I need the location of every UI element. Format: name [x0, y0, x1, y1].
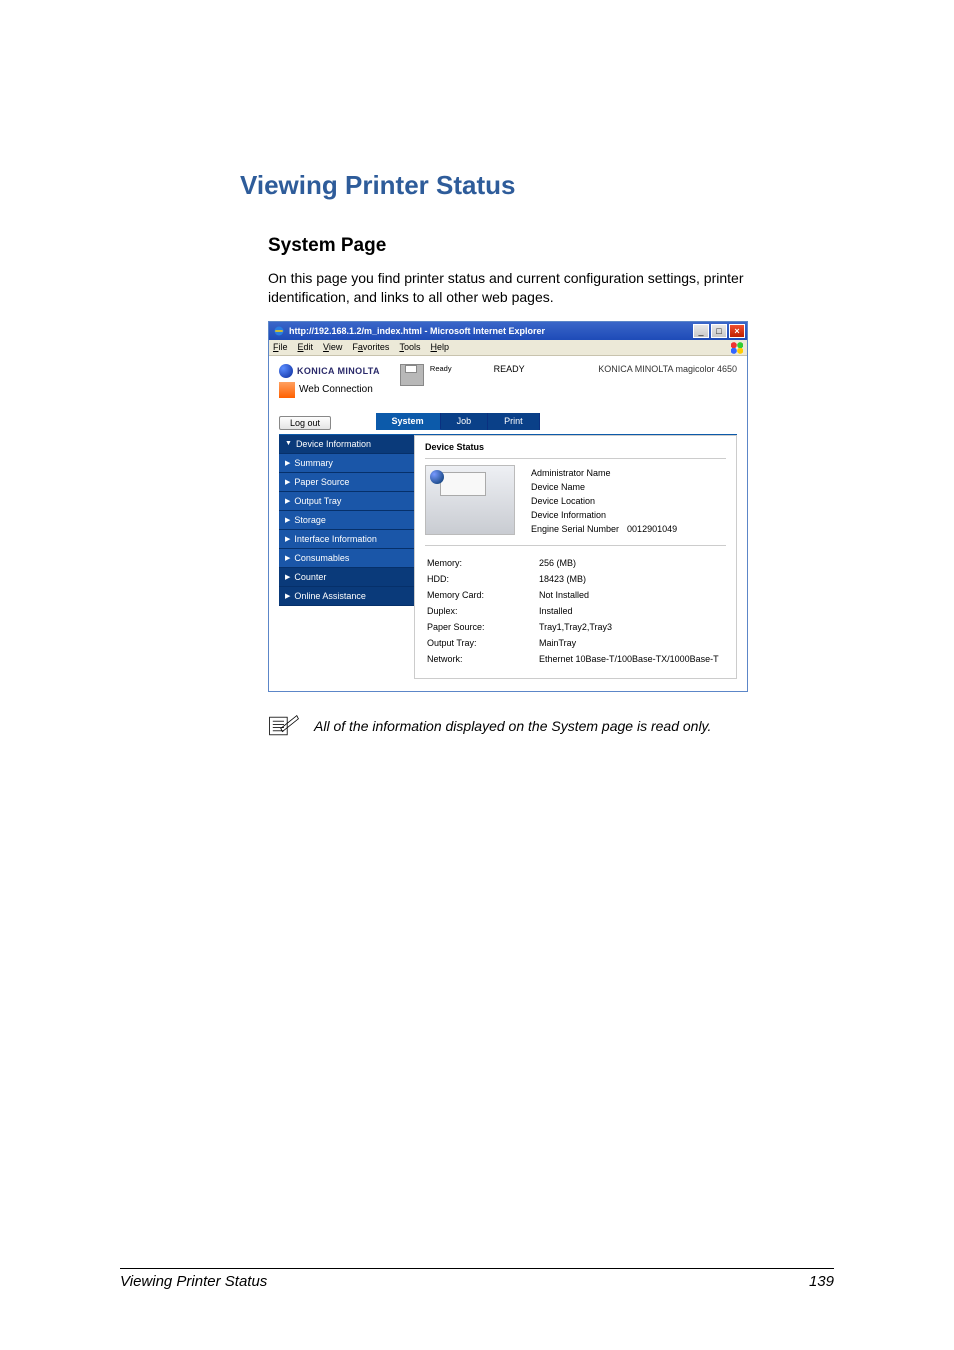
kv-engine-sn-label: Engine Serial Number	[531, 523, 625, 535]
table-row: Network:Ethernet 10Base-T/100Base-TX/100…	[427, 652, 719, 666]
spec-card-v: Not Installed	[539, 588, 719, 602]
spec-memory-v: 256 (MB)	[539, 556, 719, 570]
status-ready-small: Ready	[430, 364, 452, 373]
note-icon	[268, 714, 300, 738]
pane-title: Device Status	[425, 442, 726, 452]
page-content: KONICA MINOLTA Web Connection Ready READ…	[269, 356, 747, 691]
sidebar-item-counter[interactable]: Counter	[279, 568, 414, 587]
ie-icon	[273, 325, 285, 337]
menu-view[interactable]: View	[323, 342, 342, 352]
section-heading: System Page	[268, 235, 834, 257]
kv-device-location: Device Location	[531, 495, 625, 507]
sidebar-item-interface-information[interactable]: Interface Information	[279, 530, 414, 549]
spec-hdd-v: 18423 (MB)	[539, 572, 719, 586]
menu-tools[interactable]: Tools	[399, 342, 420, 352]
spec-paper-k: Paper Source:	[427, 620, 537, 634]
sidebar-item-storage[interactable]: Storage	[279, 511, 414, 530]
table-row: Output Tray:MainTray	[427, 636, 719, 650]
intro-text: On this page you find printer status and…	[268, 269, 834, 307]
menu-favorites[interactable]: Favorites	[352, 342, 389, 352]
minimize-button[interactable]: _	[693, 324, 709, 338]
sidebar-item-online-assistance[interactable]: Online Assistance	[279, 587, 414, 606]
footer-title: Viewing Printer Status	[120, 1273, 267, 1290]
spec-duplex-v: Installed	[539, 604, 719, 618]
kv-admin-name: Administrator Name	[531, 467, 625, 479]
device-kv-table: Administrator Name Device Name Device Lo…	[529, 465, 685, 537]
web-connection-label: Web Connection	[279, 382, 380, 398]
brand-text: KONICA MINOLTA	[297, 366, 380, 376]
sidebar: Device Information Summary Paper Source …	[279, 435, 414, 679]
window-title: http://192.168.1.2/m_index.html - Micros…	[289, 326, 691, 336]
maximize-button[interactable]: □	[711, 324, 727, 338]
page-footer: Viewing Printer Status 139	[120, 1268, 834, 1290]
spec-memory-k: Memory:	[427, 556, 537, 570]
brand-globe-icon	[279, 364, 293, 378]
spec-table: Memory:256 (MB) HDD:18423 (MB) Memory Ca…	[425, 554, 721, 668]
sidebar-item-consumables[interactable]: Consumables	[279, 549, 414, 568]
spec-net-k: Network:	[427, 652, 537, 666]
spec-hdd-k: HDD:	[427, 572, 537, 586]
menubar: File Edit View Favorites Tools Help	[269, 340, 747, 356]
kv-device-name: Device Name	[531, 481, 625, 493]
tab-bar: System Job Print	[376, 413, 540, 430]
table-row: Memory:256 (MB)	[427, 556, 719, 570]
footer-page-number: 139	[809, 1273, 834, 1290]
kv-engine-sn-value: 0012901049	[627, 523, 683, 535]
kv-device-information: Device Information	[531, 509, 625, 521]
status-ready-center: READY	[494, 364, 525, 374]
embedded-screenshot: http://192.168.1.2/m_index.html - Micros…	[268, 321, 748, 692]
close-button[interactable]: ×	[729, 324, 745, 338]
note: All of the information displayed on the …	[268, 714, 834, 738]
spec-otray-k: Output Tray:	[427, 636, 537, 650]
printer-icon	[400, 364, 424, 386]
logout-button[interactable]: Log out	[279, 416, 331, 430]
page-heading: Viewing Printer Status	[240, 170, 834, 201]
sidebar-item-paper-source[interactable]: Paper Source	[279, 473, 414, 492]
content-pane: Device Status Administrator Name Device …	[414, 435, 737, 679]
printer-image	[425, 465, 515, 535]
tab-job[interactable]: Job	[441, 413, 489, 430]
spec-duplex-k: Duplex:	[427, 604, 537, 618]
web-connection-text: Web Connection	[299, 384, 373, 395]
pagescope-icon	[279, 382, 295, 398]
window-titlebar: http://192.168.1.2/m_index.html - Micros…	[269, 322, 747, 340]
sidebar-item-summary[interactable]: Summary	[279, 454, 414, 473]
tab-print[interactable]: Print	[488, 413, 540, 430]
model-text: KONICA MINOLTA magicolor 4650	[598, 364, 737, 374]
brand-logo: KONICA MINOLTA	[279, 364, 380, 378]
spec-otray-v: MainTray	[539, 636, 719, 650]
note-text: All of the information displayed on the …	[314, 718, 711, 734]
menu-help[interactable]: Help	[430, 342, 449, 352]
sidebar-item-output-tray[interactable]: Output Tray	[279, 492, 414, 511]
menu-file[interactable]: File	[273, 342, 288, 352]
table-row: Memory Card:Not Installed	[427, 588, 719, 602]
spec-paper-v: Tray1,Tray2,Tray3	[539, 620, 719, 634]
table-row: HDD:18423 (MB)	[427, 572, 719, 586]
menu-edit[interactable]: Edit	[298, 342, 314, 352]
table-row: Paper Source:Tray1,Tray2,Tray3	[427, 620, 719, 634]
table-row: Duplex:Installed	[427, 604, 719, 618]
windows-flag-icon	[729, 341, 745, 355]
spec-card-k: Memory Card:	[427, 588, 537, 602]
tab-system[interactable]: System	[376, 413, 441, 430]
spec-net-v: Ethernet 10Base-T/100Base-TX/1000Base-T	[539, 652, 719, 666]
sidebar-item-device-information[interactable]: Device Information	[279, 435, 414, 454]
